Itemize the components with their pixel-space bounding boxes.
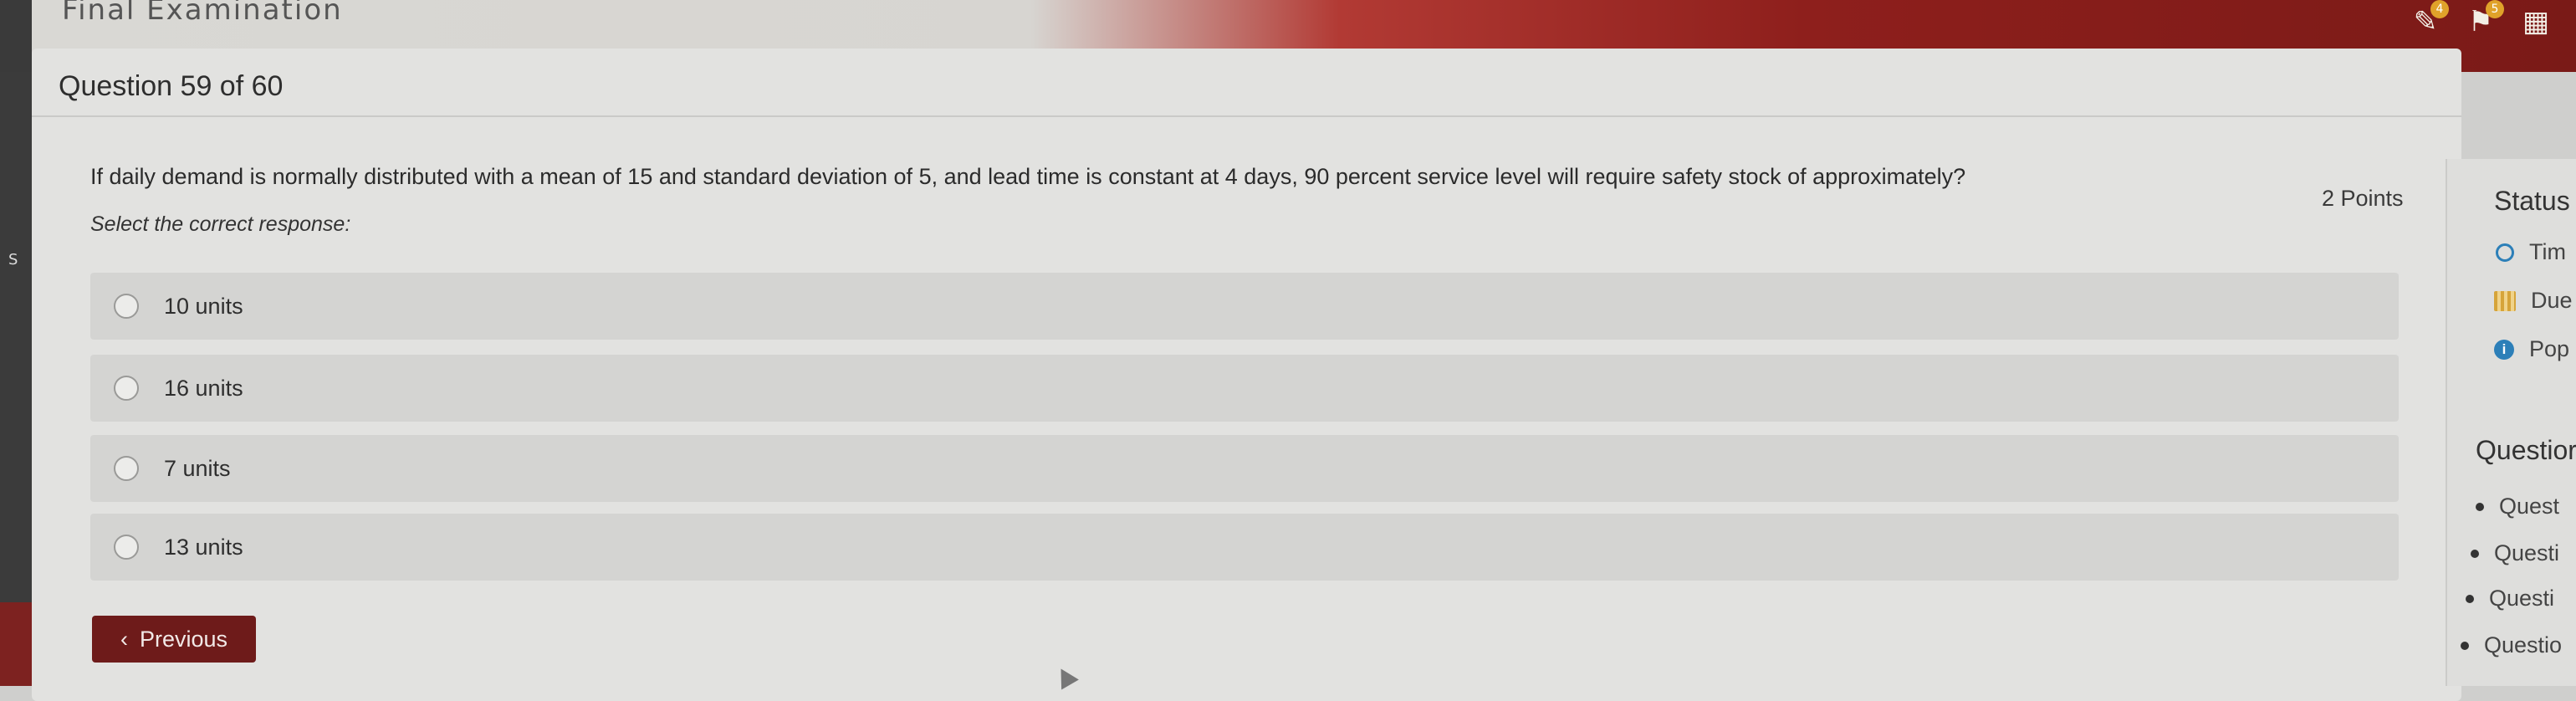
status-item-label: Tim [2529, 239, 2566, 264]
question-nav-item[interactable]: Questi [2471, 540, 2559, 566]
question-nav-item[interactable]: Questio [2461, 632, 2562, 658]
status-side-panel: Status Tim Due i Pop Questior Quest Ques… [2446, 159, 2576, 686]
bullet-icon [2476, 502, 2484, 511]
status-title: Status [2494, 186, 2570, 216]
status-item-pop: i Pop [2494, 336, 2569, 362]
radio-button[interactable] [114, 376, 139, 401]
question-nav-label: Questio [2484, 632, 2563, 658]
left-edge-panel: S [0, 72, 32, 686]
bell-badge: 5 [2486, 0, 2504, 18]
bell-icon[interactable]: ⚑ 5 [2464, 0, 2504, 38]
bullet-icon [2471, 549, 2479, 558]
questions-title: Questior [2476, 435, 2576, 465]
status-item-label: Due [2531, 288, 2573, 313]
bullet-icon [2461, 641, 2469, 650]
answer-option-label: 16 units [164, 375, 243, 401]
radio-button[interactable] [114, 535, 139, 560]
radio-button[interactable] [114, 456, 139, 481]
answer-option[interactable]: 7 units [90, 435, 2399, 502]
answer-option-label: 7 units [164, 455, 231, 481]
answer-option[interactable]: 13 units [90, 514, 2399, 581]
radio-button[interactable] [114, 294, 139, 319]
question-nav-label: Questi [2489, 586, 2555, 611]
left-edge-accent [0, 602, 32, 686]
app-title: Final Examination [62, 0, 343, 27]
question-nav-item[interactable]: Quest [2476, 494, 2559, 519]
bullet-icon [2466, 594, 2474, 603]
status-item-label: Pop [2529, 336, 2570, 361]
question-points: 2 Points [2322, 186, 2404, 211]
info-icon: i [2494, 339, 2514, 360]
chevron-left-icon: ‹ [120, 626, 128, 652]
question-nav-item[interactable]: Questi [2466, 586, 2554, 611]
answer-option-label: 10 units [164, 293, 243, 319]
status-item-due: Due [2494, 288, 2573, 314]
clipboard-icon[interactable]: ✎ 4 [2409, 0, 2449, 38]
answer-option-label: 13 units [164, 534, 243, 560]
answer-option[interactable]: 10 units [90, 273, 2399, 340]
answer-option[interactable]: 16 units [90, 355, 2399, 422]
question-nav-label: Quest [2499, 494, 2560, 519]
header-icon-group: ✎ 4 ⚑ 5 ▦ [2409, 0, 2553, 38]
question-text: If daily demand is normally distributed … [90, 164, 1966, 189]
clipboard-badge: 4 [2430, 0, 2449, 18]
question-header: Question 59 of 60 [59, 70, 284, 102]
previous-button[interactable]: ‹ Previous [92, 616, 256, 663]
response-instruction: Select the correct response: [90, 212, 351, 236]
clock-icon [2496, 243, 2514, 262]
status-item-time: Tim [2496, 239, 2566, 265]
header-divider [32, 115, 2461, 117]
left-edge-label: S [8, 251, 18, 269]
previous-button-label: Previous [139, 626, 228, 652]
calendar-icon [2494, 290, 2516, 311]
calendar-icon[interactable]: ▦ [2519, 5, 2553, 38]
question-nav-label: Questi [2494, 540, 2560, 565]
header-left-strip [0, 0, 32, 72]
